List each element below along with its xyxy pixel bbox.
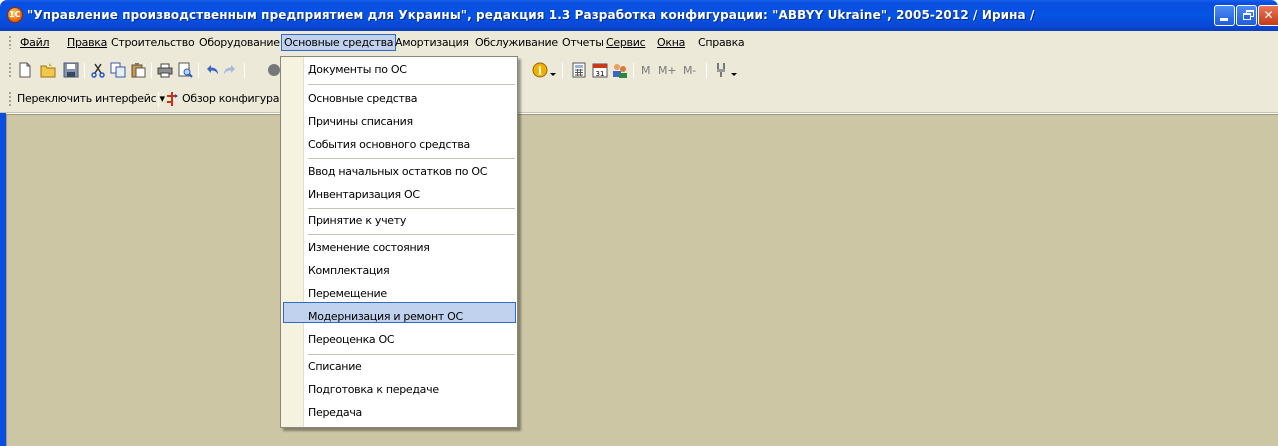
menu-item-modernization-repair[interactable]: Модернизация и ремонт ОС <box>308 307 463 327</box>
menu-maintenance[interactable]: Обслуживание <box>473 35 560 52</box>
toolbar-grip[interactable] <box>9 63 11 78</box>
menu-item-prepare-for-transfer[interactable]: Подготовка к передаче <box>308 380 439 400</box>
switch-interface-label: Переключить интерфейс <box>17 92 157 105</box>
menu-item-write-off-reasons[interactable]: Причины списания <box>308 112 413 132</box>
minimize-button[interactable] <box>1214 5 1235 26</box>
main-workspace <box>6 114 1278 446</box>
paste-icon[interactable] <box>130 62 146 78</box>
interface-toolbar: Переключить интерфейс ▾ Обзор конфигурац <box>0 85 1278 113</box>
save-icon[interactable] <box>63 62 79 78</box>
toolbar-separator <box>198 63 199 78</box>
menu-item-handover[interactable]: Передача <box>308 403 362 423</box>
toolbar-separator <box>562 63 563 78</box>
cut-icon[interactable] <box>90 62 106 78</box>
toolbar-separator <box>706 63 707 78</box>
menu-item-write-off[interactable]: Списание <box>308 357 362 377</box>
menu-depreciation[interactable]: Амортизация <box>393 35 471 52</box>
memory-button-m[interactable]: M <box>641 63 651 78</box>
menu-item-accept-for-accounting[interactable]: Принятие к учету <box>308 211 406 231</box>
menu-bar: Файл Правка Строительство Оборудование О… <box>0 31 1278 54</box>
svg-text:i: i <box>538 65 542 78</box>
menu-service[interactable]: Сервис <box>604 35 647 52</box>
menu-icon-column <box>281 57 304 427</box>
menu-separator <box>308 158 515 159</box>
undo-icon[interactable] <box>204 62 220 78</box>
standard-toolbar: i 31 M M+ M- <box>0 54 1278 85</box>
menu-item-initial-balances[interactable]: Ввод начальных остатков по ОС <box>308 162 487 182</box>
menu-help[interactable]: Справка <box>696 35 746 52</box>
toolbar-separator <box>151 63 152 78</box>
menu-construction[interactable]: Строительство <box>109 35 196 52</box>
app-logo-text: 1С <box>9 10 21 19</box>
menu-separator <box>308 84 515 85</box>
print-icon[interactable] <box>157 62 173 78</box>
close-button[interactable]: ✕ <box>1258 5 1278 26</box>
redo-icon[interactable] <box>222 62 238 78</box>
menu-windows-label: Окна <box>657 36 686 49</box>
menu-edit-label: Правка <box>67 36 108 49</box>
memory-button-m-plus[interactable]: M+ <box>658 63 676 78</box>
switch-interface-button[interactable]: Переключить интерфейс ▾ <box>17 92 165 106</box>
menu-reports[interactable]: Отчеты <box>560 35 606 52</box>
calculator-icon[interactable] <box>571 62 587 78</box>
menu-fixed-assets[interactable]: Основные средства <box>281 34 397 51</box>
menu-edit[interactable]: Правка <box>65 35 109 52</box>
restore-button[interactable] <box>1236 5 1257 26</box>
menu-item-asset-events[interactable]: События основного средства <box>308 135 470 155</box>
tools-dropdown-icon[interactable] <box>730 62 738 78</box>
menu-file-label: Файл <box>20 36 50 49</box>
info-icon[interactable]: i <box>532 62 548 78</box>
menu-equipment[interactable]: Оборудование <box>197 35 282 52</box>
copy-icon[interactable] <box>110 62 126 78</box>
app-logo-icon[interactable]: 1С <box>7 7 23 23</box>
menubar-grip[interactable] <box>9 36 11 49</box>
title-bar[interactable]: 1С "Управление производственным предприя… <box>0 0 1278 31</box>
users-icon[interactable] <box>612 62 628 78</box>
info-dropdown-icon[interactable] <box>549 62 557 78</box>
menu-item-fixed-assets[interactable]: Основные средства <box>308 89 418 109</box>
memory-button-m-minus[interactable]: M- <box>683 63 696 78</box>
menu-item-documents-os[interactable]: Документы по ОС <box>308 60 407 80</box>
print-preview-icon[interactable] <box>177 62 193 78</box>
calendar-icon[interactable]: 31 <box>592 62 608 78</box>
config-overview-button[interactable]: Обзор конфигурац <box>182 92 287 106</box>
close-icon: ✕ <box>1263 8 1274 22</box>
toolbar-separator <box>158 92 159 107</box>
menu-item-assembly[interactable]: Комплектация <box>308 261 390 281</box>
menu-service-label: Сервис <box>606 36 646 49</box>
menu-windows[interactable]: Окна <box>655 35 687 52</box>
menu-item-revaluation[interactable]: Переоценка ОС <box>308 330 395 350</box>
toolbar2-grip[interactable] <box>9 92 11 106</box>
open-folder-icon[interactable] <box>40 62 56 78</box>
menu-separator <box>308 354 515 355</box>
fixed-assets-menu: Документы по ОС Основные средства Причин… <box>280 56 518 428</box>
toolbar-separator <box>244 63 245 78</box>
menu-item-inventory[interactable]: Инвентаризация ОС <box>308 185 420 205</box>
menu-separator <box>308 208 515 209</box>
menu-separator <box>308 234 515 235</box>
svg-text:31: 31 <box>596 70 605 78</box>
tools-icon[interactable] <box>713 62 729 78</box>
new-document-icon[interactable] <box>17 62 33 78</box>
toolbar-separator <box>84 63 85 78</box>
toolbar-separator <box>633 63 634 78</box>
minimize-icon <box>1220 18 1228 21</box>
menu-item-transfer[interactable]: Перемещение <box>308 284 387 304</box>
window-title: "Управление производственным предприятие… <box>27 8 1035 22</box>
config-overview-icon <box>167 92 178 106</box>
menu-item-state-change[interactable]: Изменение состояния <box>308 238 430 258</box>
menu-file[interactable]: Файл <box>18 35 51 52</box>
restore-icon <box>1243 13 1251 20</box>
